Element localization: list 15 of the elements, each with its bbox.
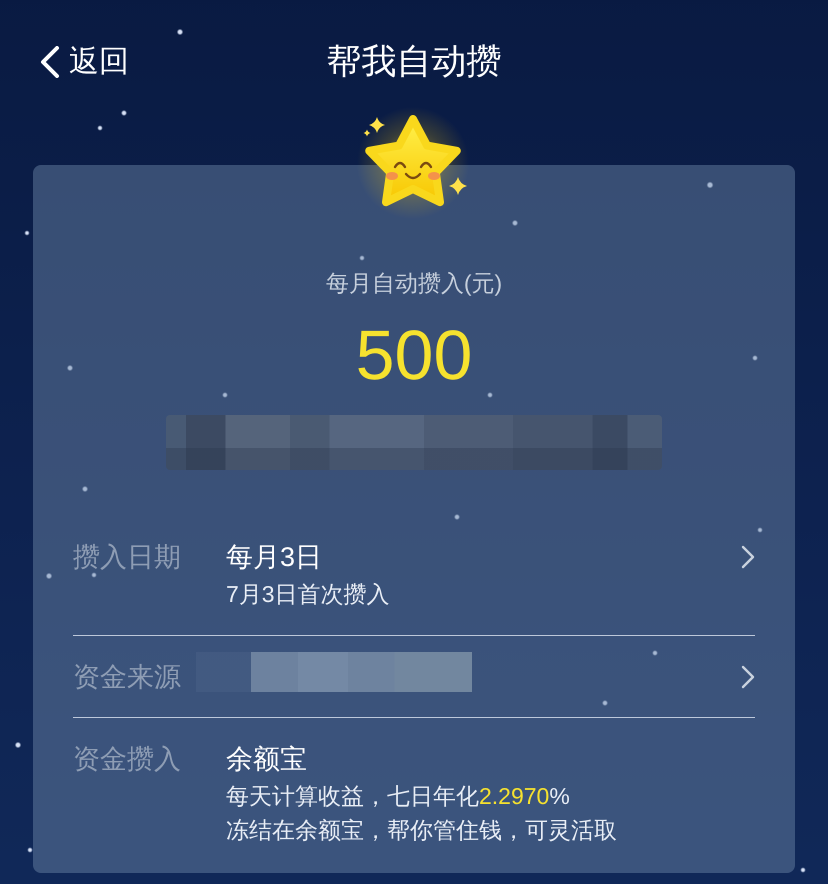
row-note: 每天计算收益，七日年化2.2970%	[226, 782, 570, 811]
row-note: 冻结在余额宝，帮你管住钱，可灵活取	[226, 816, 617, 845]
row-value: 余额宝	[226, 743, 307, 775]
page-title: 帮我自动攒	[326, 44, 502, 80]
row-label: 资金来源	[73, 661, 181, 693]
row-note: 7月3日首次攒入	[226, 580, 390, 609]
amount-caption: 每月自动攒入(元)	[324, 270, 504, 296]
amount-value: 500	[354, 315, 474, 395]
chevron-right-icon[interactable]	[741, 545, 755, 569]
chevron-right-icon[interactable]	[741, 665, 755, 689]
row-label: 资金攒入	[73, 743, 181, 775]
back-button[interactable]: 返回	[40, 44, 129, 80]
row-value: 每月3日	[226, 541, 322, 573]
chevron-left-icon	[40, 46, 60, 78]
row-label: 攒入日期	[73, 541, 181, 573]
